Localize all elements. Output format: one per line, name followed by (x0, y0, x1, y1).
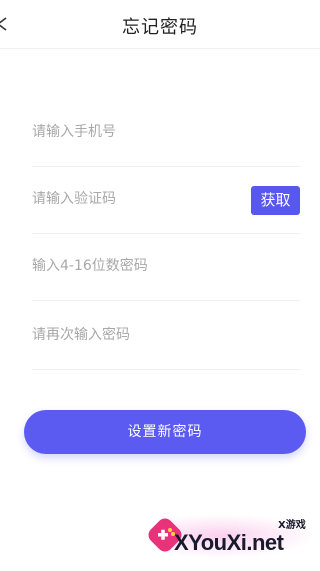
verification-code-input[interactable] (32, 166, 232, 232)
confirm-password-input[interactable] (32, 302, 232, 368)
watermark-small-text: X游戏 (278, 520, 306, 531)
code-field-row: 获取 (32, 166, 300, 234)
set-new-password-button[interactable]: 设置新密码 (24, 410, 306, 454)
forgot-password-screen: 忘记密码 获取 设置新密码 X游戏 XYouXi.net (0, 0, 320, 571)
password-field-row (32, 233, 300, 301)
page-title: 忘记密码 (122, 17, 198, 38)
watermark: X游戏 XYouXi.net (138, 508, 316, 566)
header-bar: 忘记密码 (0, 0, 320, 49)
new-password-input[interactable] (32, 233, 232, 299)
phone-input[interactable] (32, 99, 232, 165)
phone-field-row (32, 99, 300, 167)
confirm-password-field-row (32, 302, 300, 370)
watermark-site-text: XYouXi.net (174, 530, 284, 555)
get-code-button[interactable]: 获取 (251, 186, 300, 215)
